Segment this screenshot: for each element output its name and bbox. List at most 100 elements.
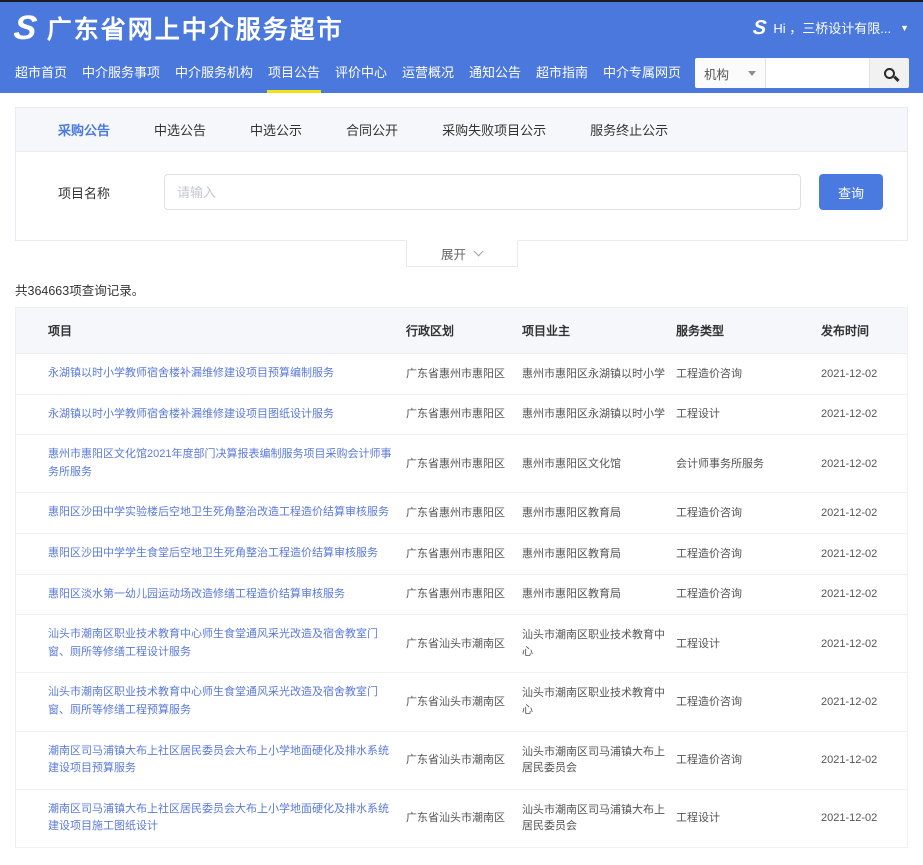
cell-service-type: 会计师事务所服务	[676, 445, 821, 484]
header-search-group: 机构	[695, 58, 909, 88]
tab[interactable]: 采购失败项目公示	[442, 120, 546, 139]
query-button[interactable]: 查询	[819, 174, 883, 210]
project-link[interactable]: 汕头市潮南区职业技术教育中心师生食堂通风采光改造及宿舍教室门窗、厕所等修缮工程设…	[48, 628, 378, 658]
project-link[interactable]: 汕头市潮南区职业技术教育中心师生食堂通风采光改造及宿舍教室门窗、厕所等修缮工程预…	[48, 686, 378, 716]
project-link[interactable]: 永湖镇以时小学教师宿舍楼补漏维修建设项目预算编制服务	[48, 367, 334, 379]
nav-item[interactable]: 通知公告	[468, 53, 522, 93]
tab[interactable]: 合同公开	[346, 120, 398, 139]
cell-owner: 惠州市惠阳区教育局	[522, 575, 676, 614]
cell-owner: 汕头市潮南区司马浦镇大布上居民委员会	[522, 791, 676, 846]
cell-region: 广东省惠州市惠阳区	[406, 535, 522, 574]
cell-owner: 惠州市惠阳区文化馆	[522, 445, 676, 484]
cell-owner: 惠州市惠阳区永湖镇以时小学	[522, 395, 676, 434]
table-row: 潮南区司马浦镇大布上社区居民委员会大布上小学地面硬化及排水系统建设项目施工图纸设…	[16, 790, 907, 847]
chevron-down-icon	[748, 71, 756, 76]
cell-service-type: 工程设计	[676, 395, 821, 434]
chevron-down-icon	[474, 247, 484, 257]
header-search-input[interactable]	[765, 58, 869, 88]
cell-region: 广东省惠州市惠阳区	[406, 575, 522, 614]
col-header-project: 项目	[16, 308, 406, 353]
search-category-select[interactable]: 机构	[695, 58, 765, 88]
project-name-input[interactable]	[164, 174, 801, 210]
cell-region: 广东省惠州市惠阳区	[406, 395, 522, 434]
project-link[interactable]: 永湖镇以时小学教师宿舍楼补漏维修建设项目图纸设计服务	[48, 408, 334, 420]
nav-item[interactable]: 项目公告	[267, 53, 321, 93]
nav-item[interactable]: 中介专属网页	[602, 53, 682, 93]
cell-owner: 惠州市惠阳区教育局	[522, 494, 676, 533]
user-logo-icon: S	[752, 18, 765, 38]
cell-project: 惠阳区沙田中学学生食堂后空地卫生死角整治工程造价结算审核服务	[16, 534, 406, 574]
filter-panel: 采购公告 中选公告 中选公示 合同公开 采购失败项目公示 服务终止公示 项目名称 查询	[15, 107, 908, 241]
project-link[interactable]: 潮南区司马浦镇大布上社区居民委员会大布上小学地面硬化及排水系统建设项目施工图纸设…	[48, 803, 389, 833]
cell-region: 广东省汕头市潮南区	[406, 625, 522, 664]
cell-project: 永湖镇以时小学教师宿舍楼补漏维修建设项目图纸设计服务	[16, 395, 406, 435]
cell-region: 广东省汕头市潮南区	[406, 683, 522, 722]
cell-publish-date: 2021-12-02	[821, 575, 907, 614]
cell-project: 惠阳区淡水第一幼儿园运动场改造修缮工程造价结算审核服务	[16, 575, 406, 615]
cell-project: 潮南区司马浦镇大布上社区居民委员会大布上小学地面硬化及排水系统建设项目施工图纸设…	[16, 790, 406, 847]
nav-item[interactable]: 超市指南	[535, 53, 589, 93]
cell-project: 汕头市潮南区职业技术教育中心师生食堂通风采光改造及宿舍教室门窗、厕所等修缮工程预…	[16, 673, 406, 730]
cell-service-type: 工程造价咨询	[676, 494, 821, 533]
nav-item[interactable]: 中介服务事项	[81, 53, 161, 93]
table-row: 汕头市潮南区职业技术教育中心师生食堂通风采光改造及宿舍教室门窗、厕所等修缮工程预…	[16, 673, 907, 731]
col-header-service-type: 服务类型	[676, 308, 821, 353]
main-nav: 超市首页中介服务事项中介服务机构项目公告评价中心运营概况通知公告超市指南中介专属…	[0, 53, 923, 93]
announcement-tabs: 采购公告 中选公告 中选公示 合同公开 采购失败项目公示 服务终止公示	[16, 108, 907, 152]
tab[interactable]: 服务终止公示	[590, 120, 668, 139]
table-row: 惠阳区沙田中学学生食堂后空地卫生死角整治工程造价结算审核服务 广东省惠州市惠阳区…	[16, 534, 907, 575]
project-link[interactable]: 惠阳区淡水第一幼儿园运动场改造修缮工程造价结算审核服务	[48, 588, 345, 600]
project-name-label: 项目名称	[58, 183, 164, 202]
cell-owner: 惠州市惠阳区永湖镇以时小学	[522, 355, 676, 394]
project-link[interactable]: 潮南区司马浦镇大布上社区居民委员会大布上小学地面硬化及排水系统建设项目预算服务	[48, 745, 389, 775]
header-top-row: S 广东省网上中介服务超市 S Hi ，三桥设计有限... ▼	[0, 2, 923, 53]
result-count: 共364663项查询记录。	[15, 280, 923, 299]
cell-region: 广东省汕头市潮南区	[406, 799, 522, 838]
tab[interactable]: 采购公告	[58, 120, 110, 139]
project-link[interactable]: 惠州市惠阳区文化馆2021年度部门决算报表编制服务项目采购会计师事务所服务	[48, 448, 391, 478]
cell-service-type: 工程造价咨询	[676, 535, 821, 574]
cell-service-type: 工程造价咨询	[676, 683, 821, 722]
cell-publish-date: 2021-12-02	[821, 494, 907, 533]
table-row: 潮南区司马浦镇大布上社区居民委员会大布上小学地面硬化及排水系统建设项目预算服务 …	[16, 732, 907, 790]
cell-service-type: 工程设计	[676, 625, 821, 664]
cell-owner: 汕头市潮南区职业技术教育中心	[522, 674, 676, 729]
nav-item[interactable]: 运营概况	[401, 53, 455, 93]
cell-owner: 汕头市潮南区职业技术教育中心	[522, 616, 676, 671]
header-search-button[interactable]	[869, 58, 909, 88]
cell-project: 潮南区司马浦镇大布上社区居民委员会大布上小学地面硬化及排水系统建设项目预算服务	[16, 732, 406, 789]
nav-item[interactable]: 评价中心	[334, 53, 388, 93]
tab[interactable]: 中选公告	[154, 120, 206, 139]
cell-owner: 惠州市惠阳区教育局	[522, 535, 676, 574]
cell-region: 广东省汕头市潮南区	[406, 741, 522, 780]
cell-publish-date: 2021-12-02	[821, 741, 907, 780]
nav-items: 超市首页中介服务事项中介服务机构项目公告评价中心运营概况通知公告超市指南中介专属…	[14, 53, 695, 93]
cell-project: 永湖镇以时小学教师宿舍楼补漏维修建设项目预算编制服务	[16, 354, 406, 394]
tab-items: 采购公告 中选公告 中选公示 合同公开 采购失败项目公示 服务终止公示	[58, 120, 668, 139]
cell-project: 惠州市惠阳区文化馆2021年度部门决算报表编制服务项目采购会计师事务所服务	[16, 435, 406, 492]
cell-publish-date: 2021-12-02	[821, 799, 907, 838]
project-link[interactable]: 惠阳区沙田中学实验楼后空地卫生死角整治改造工程造价结算审核服务	[48, 506, 389, 518]
site-header: S 广东省网上中介服务超市 S Hi ，三桥设计有限... ▼ 超市首页中介服务…	[0, 2, 923, 93]
user-caret-icon: ▼	[900, 23, 909, 33]
cell-region: 广东省惠州市惠阳区	[406, 445, 522, 484]
cell-service-type: 工程造价咨询	[676, 355, 821, 394]
nav-item[interactable]: 中介服务机构	[174, 53, 254, 93]
cell-publish-date: 2021-12-02	[821, 535, 907, 574]
table-row: 汕头市潮南区职业技术教育中心师生食堂通风采光改造及宿舍教室门窗、厕所等修缮工程设…	[16, 615, 907, 673]
cell-publish-date: 2021-12-02	[821, 355, 907, 394]
expand-label: 展开	[441, 244, 466, 263]
expand-filters-button[interactable]: 展开	[406, 240, 518, 267]
cell-service-type: 工程造价咨询	[676, 575, 821, 614]
nav-item[interactable]: 超市首页	[14, 53, 68, 93]
project-link[interactable]: 惠阳区沙田中学学生食堂后空地卫生死角整治工程造价结算审核服务	[48, 547, 378, 559]
table-row: 惠阳区沙田中学实验楼后空地卫生死角整治改造工程造价结算审核服务 广东省惠州市惠阳…	[16, 493, 907, 534]
user-menu[interactable]: S Hi ，三桥设计有限... ▼	[753, 18, 909, 38]
tab[interactable]: 中选公示	[250, 120, 302, 139]
table-body: 永湖镇以时小学教师宿舍楼补漏维修建设项目预算编制服务 广东省惠州市惠阳区 惠州市…	[16, 354, 907, 847]
col-header-region: 行政区划	[406, 308, 522, 353]
search-form: 项目名称 查询	[16, 152, 907, 240]
search-category-value: 机构	[704, 64, 729, 83]
col-header-publish-date: 发布时间	[821, 308, 907, 353]
cell-owner: 汕头市潮南区司马浦镇大布上居民委员会	[522, 733, 676, 788]
